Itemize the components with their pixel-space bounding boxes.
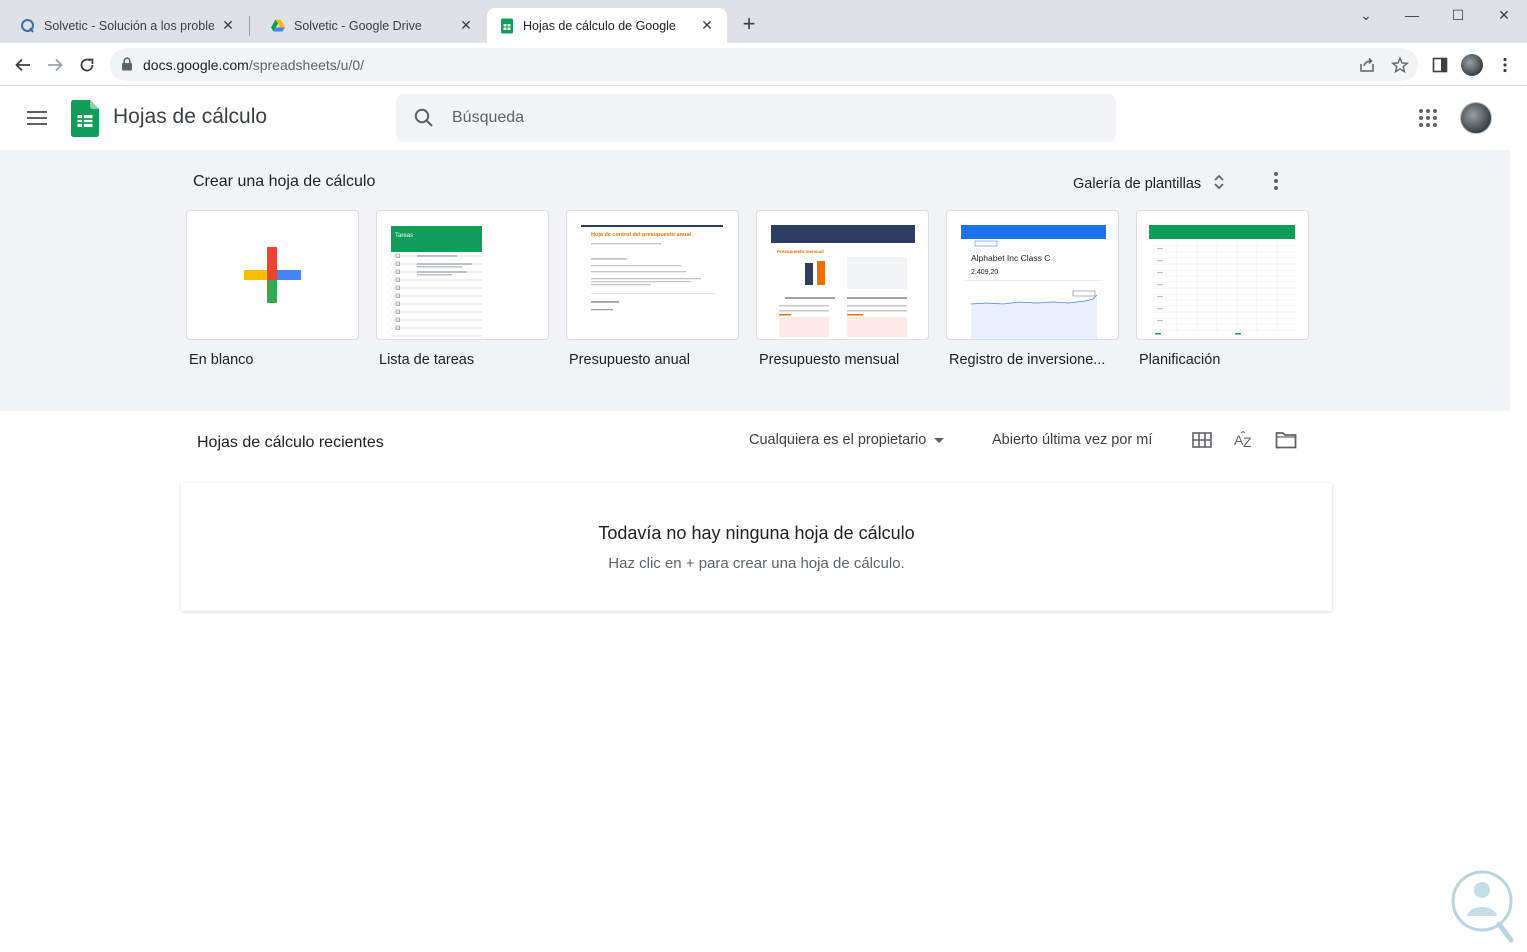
close-tab-icon[interactable]: ✕: [220, 17, 236, 34]
template-gallery-label: Galería de plantillas: [1073, 176, 1202, 192]
sheets-icon: [499, 18, 515, 34]
tab-title: Solvetic - Solución a los problem: [44, 18, 214, 33]
template-gallery-button[interactable]: Galería de plantillas: [1073, 173, 1225, 195]
owner-filter-dropdown[interactable]: Cualquiera es el propietario: [749, 432, 945, 448]
close-tab-icon[interactable]: ✕: [458, 17, 474, 34]
solvetic-icon: [20, 18, 36, 34]
template-blank[interactable]: En blanco: [186, 210, 359, 368]
dropdown-arrow-icon: [934, 432, 945, 448]
template-thumbnail[interactable]: Tareas: [376, 210, 549, 340]
lock-icon: [121, 57, 133, 76]
address-bar[interactable]: docs.google.com/spreadsheets/u/0/: [110, 48, 1418, 81]
forward-arrow-icon: [48, 58, 63, 72]
template-thumbnail[interactable]: Alphabet Inc Class C 2.409,20: [946, 210, 1119, 340]
annual-text-graphic: [591, 243, 715, 311]
template-thumbnail[interactable]: Presupuesto mensual: [756, 210, 929, 340]
tab-search-chevron-icon[interactable]: ⌄: [1343, 0, 1389, 30]
owner-filter-label: Cualquiera es el propietario: [749, 432, 927, 448]
app-header: Hojas de cálculo: [0, 87, 1527, 150]
tab-solvetic[interactable]: Solvetic - Solución a los problem ✕: [0, 8, 248, 43]
new-tab-button[interactable]: +: [738, 13, 760, 36]
minimize-button[interactable]: —: [1389, 0, 1435, 30]
template-investment-tracker[interactable]: Alphabet Inc Class C 2.409,20 Registro d…: [946, 210, 1119, 368]
template-monthly-budget[interactable]: Presupuesto mensual Presupuesto mensual: [756, 210, 929, 368]
reload-icon: [80, 58, 94, 72]
close-window-button[interactable]: ✕: [1481, 0, 1527, 30]
bookmark-star-icon[interactable]: [1390, 55, 1410, 75]
gallery-title: Crear una hoja de cálculo: [193, 173, 376, 190]
side-panel-icon[interactable]: [1429, 54, 1451, 76]
template-thumbnail[interactable]: Hoja de control del presupuesto anual: [566, 210, 739, 340]
url-path: /spreadsheets/u/0/: [248, 57, 365, 73]
tab-sheets[interactable]: Hojas de cálculo de Google ✕: [487, 8, 727, 43]
browser-menu-icon[interactable]: [1494, 54, 1516, 76]
sheets-logo-icon[interactable]: [71, 100, 99, 142]
template-todo[interactable]: Tareas Lista de tareas: [376, 210, 549, 368]
app-title: Hojas de cálculo: [113, 105, 268, 128]
empty-state-card: Todavía no hay ninguna hoja de cálculo H…: [181, 483, 1332, 611]
search-bar[interactable]: [396, 94, 1116, 142]
recent-title: Hojas de cálculo recientes: [197, 434, 384, 451]
template-label: Lista de tareas: [379, 352, 475, 368]
template-label: Registro de inversione...: [949, 352, 1106, 368]
grid-view-icon[interactable]: [1190, 428, 1214, 452]
profile-avatar[interactable]: [1461, 54, 1483, 76]
template-label: Presupuesto anual: [569, 352, 690, 368]
forward-button[interactable]: [41, 51, 69, 79]
folder-picker-icon[interactable]: [1274, 428, 1298, 452]
empty-state-title: Todavía no hay ninguna hoja de cálculo: [598, 523, 915, 543]
back-button[interactable]: [9, 51, 37, 79]
svg-text:Z: Z: [1243, 434, 1252, 450]
drive-icon: [270, 18, 286, 34]
search-icon[interactable]: [413, 107, 435, 134]
unfold-icon: [1213, 173, 1225, 195]
search-input[interactable]: [452, 106, 1052, 130]
empty-state-subtitle: Haz clic en + para crear una hoja de cál…: [608, 555, 905, 572]
solvetic-watermark-icon: [1447, 868, 1517, 944]
plus-icon: [244, 247, 301, 303]
investment-chart-graphic: [965, 240, 1103, 339]
scrollbar-track[interactable]: [1510, 150, 1527, 952]
template-label: Presupuesto mensual: [759, 352, 900, 368]
maximize-button[interactable]: ☐: [1435, 0, 1481, 30]
reload-button[interactable]: [73, 51, 101, 79]
template-label: En blanco: [189, 352, 254, 368]
account-avatar[interactable]: [1460, 102, 1492, 134]
sort-az-icon[interactable]: AZ: [1232, 428, 1256, 452]
browser-toolbar: docs.google.com/spreadsheets/u/0/: [0, 43, 1527, 86]
google-apps-icon[interactable]: [1417, 107, 1439, 129]
sort-by-button[interactable]: Abierto última vez por mí: [992, 432, 1152, 448]
template-thumbnail[interactable]: [186, 210, 359, 340]
url-text: docs.google.com/spreadsheets/u/0/: [143, 57, 364, 73]
template-schedule[interactable]: Planificación: [1136, 210, 1309, 368]
schedule-grid-graphic: [1151, 241, 1295, 335]
tab-title: Solvetic - Google Drive: [294, 18, 422, 33]
template-thumbnail[interactable]: [1136, 210, 1309, 340]
monthly-chart-graphic: [779, 257, 907, 337]
url-host: docs.google.com: [143, 57, 249, 73]
tab-strip: Solvetic - Solución a los problem ✕ Solv…: [0, 0, 1527, 43]
main-menu-icon[interactable]: [23, 106, 51, 130]
share-icon[interactable]: [1357, 55, 1377, 75]
template-label: Planificación: [1139, 352, 1221, 368]
todo-rows-graphic: [391, 253, 482, 337]
tab-title: Hojas de cálculo de Google: [523, 18, 676, 33]
more-options-icon[interactable]: [1265, 170, 1287, 192]
template-gallery: Crear una hoja de cálculo Galería de pla…: [0, 150, 1510, 411]
close-tab-icon[interactable]: ✕: [699, 17, 715, 34]
tab-drive[interactable]: Solvetic - Google Drive ✕: [250, 8, 486, 43]
template-annual-budget[interactable]: Hoja de control del presupuesto anual Pr…: [566, 210, 739, 368]
back-arrow-icon: [15, 58, 30, 72]
